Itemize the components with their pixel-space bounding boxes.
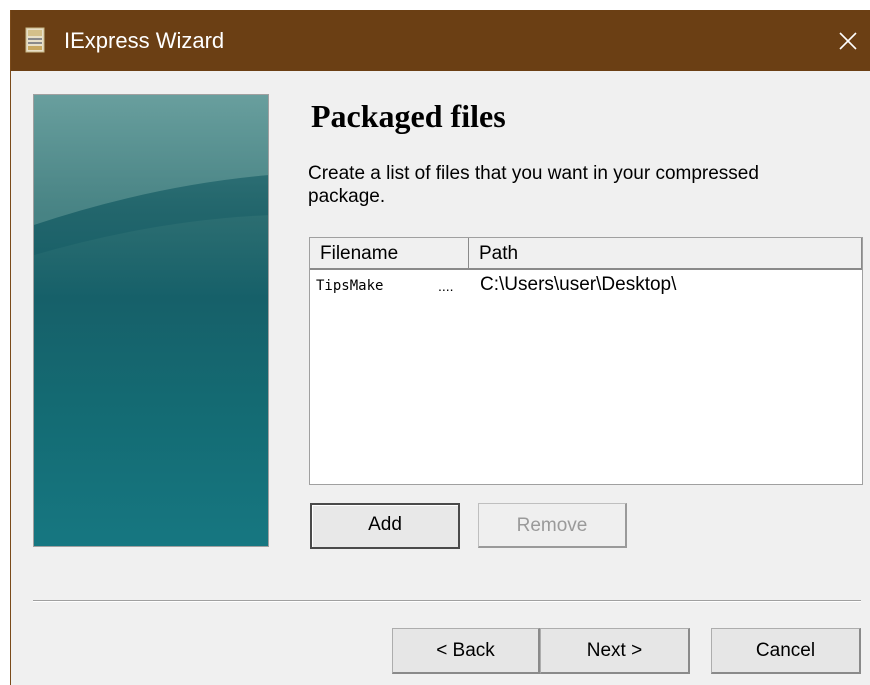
close-button[interactable] bbox=[825, 10, 870, 71]
list-item[interactable]: TipsMake .... C:\Users\user\Desktop\ bbox=[310, 271, 862, 297]
add-button[interactable]: Add bbox=[310, 503, 460, 549]
page-description: Create a list of files that you want in … bbox=[308, 163, 759, 207]
title-bar: IExpress Wizard bbox=[11, 10, 870, 71]
file-name-ellipsis: .... bbox=[438, 278, 454, 294]
file-path-cell: C:\Users\user\Desktop\ bbox=[480, 274, 677, 295]
remove-button[interactable]: Remove bbox=[478, 503, 627, 548]
wizard-side-banner bbox=[33, 94, 269, 547]
column-header-filename[interactable]: Filename bbox=[310, 238, 469, 270]
iexpress-app-icon bbox=[25, 27, 45, 53]
footer-divider bbox=[33, 600, 861, 602]
page-title: Packaged files bbox=[311, 98, 506, 134]
back-button[interactable]: < Back bbox=[392, 628, 540, 674]
next-button[interactable]: Next > bbox=[540, 628, 690, 674]
list-header: Filename Path bbox=[310, 238, 862, 270]
column-header-path[interactable]: Path bbox=[469, 238, 862, 270]
cancel-button[interactable]: Cancel bbox=[711, 628, 861, 674]
window-title: IExpress Wizard bbox=[64, 28, 225, 53]
file-name-cell: TipsMake bbox=[316, 278, 384, 294]
packaged-files-list[interactable]: Filename Path TipsMake .... C:\Users\use… bbox=[309, 237, 863, 485]
iexpress-wizard-window: IExpress Wizard Packaged files Create a … bbox=[10, 10, 870, 685]
